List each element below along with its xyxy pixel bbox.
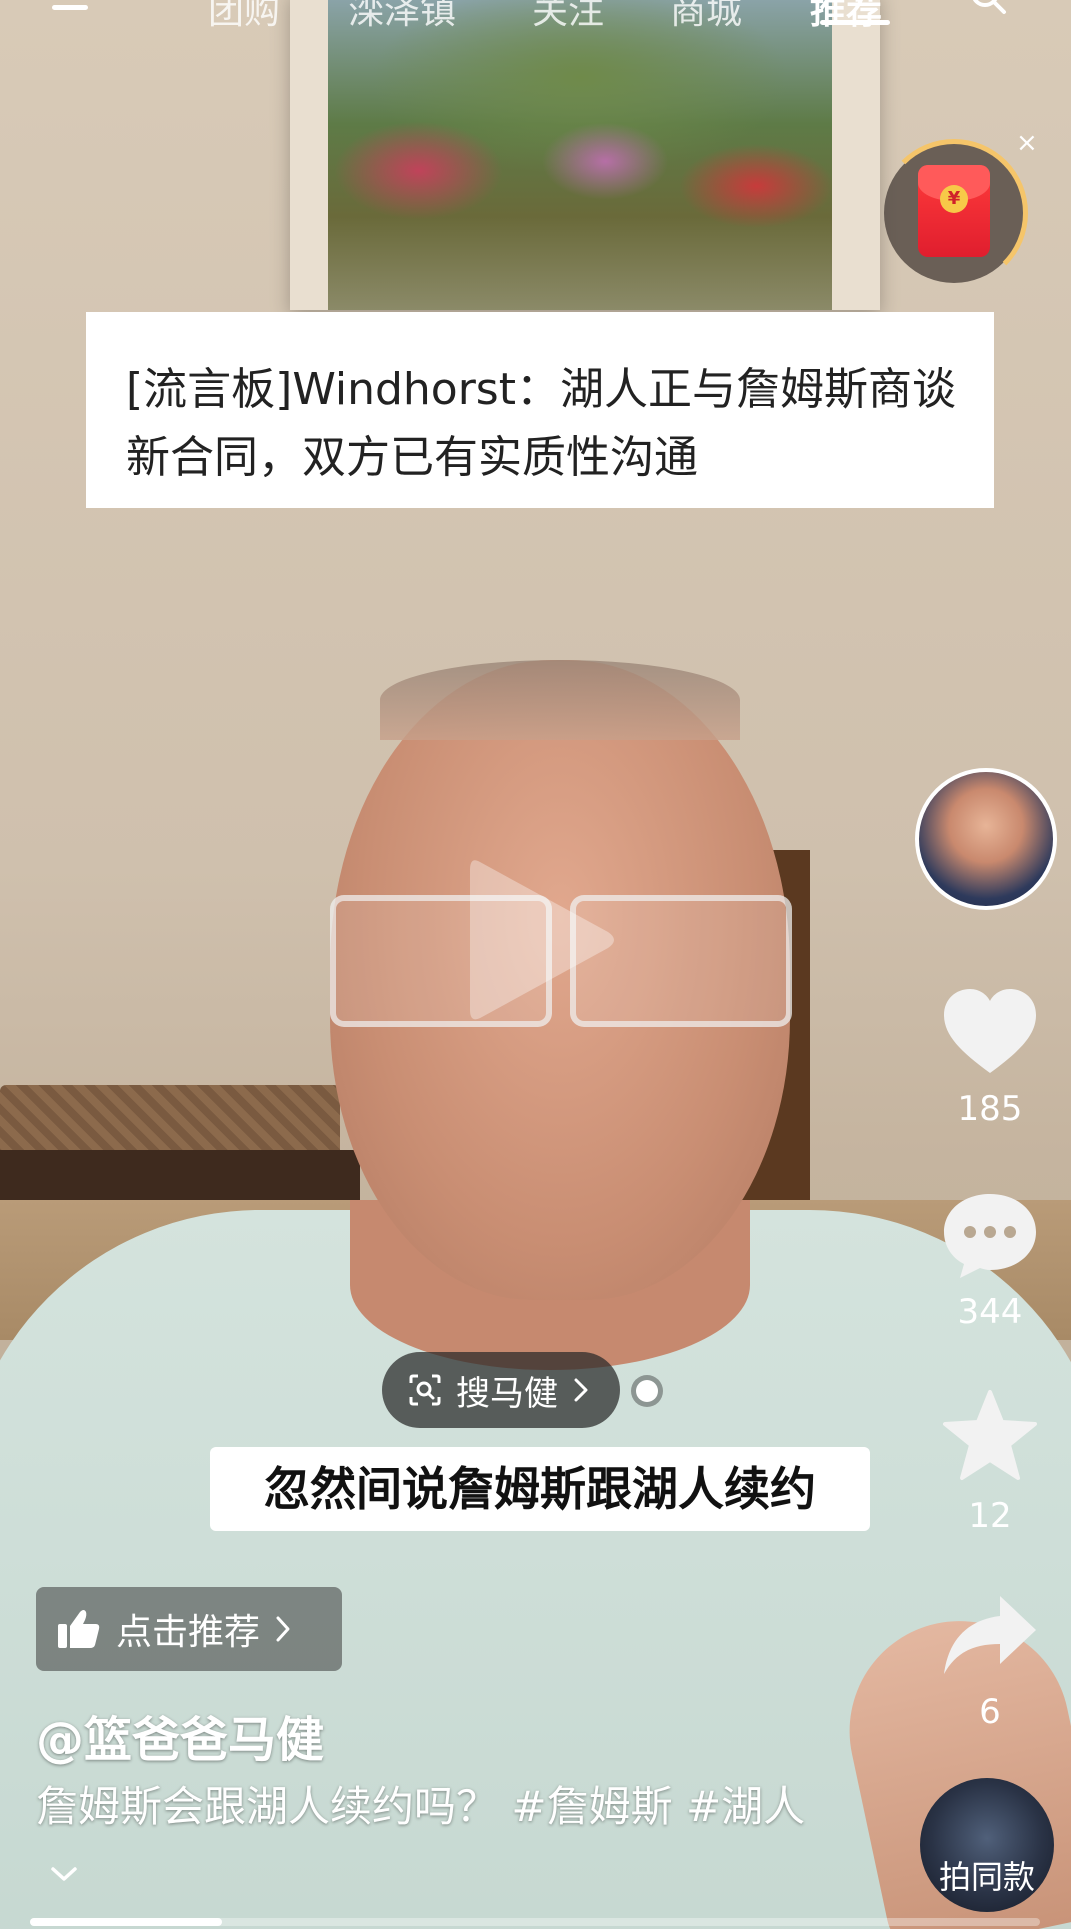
- tab-mall[interactable]: 商城: [670, 0, 742, 34]
- recommend-label: 点击推荐: [116, 1612, 261, 1653]
- video-subtitle: 忽然间说詹姆斯跟湖人续约: [210, 1447, 870, 1531]
- remix-button[interactable]: 拍同款: [920, 1778, 1054, 1912]
- hashtag-james[interactable]: #詹姆斯: [511, 1782, 672, 1831]
- comment-button[interactable]: 344: [930, 1188, 1050, 1332]
- red-envelope-icon: ¥: [918, 165, 990, 257]
- indicator-dot: [636, 1380, 658, 1402]
- share-arrow-icon: [944, 1596, 1036, 1674]
- search-suggestion-pill[interactable]: 搜马健: [382, 1352, 620, 1428]
- close-icon[interactable]: ×: [1016, 128, 1038, 158]
- tab-local[interactable]: 滦泽镇: [348, 0, 456, 34]
- chevron-right-icon: [574, 1378, 588, 1402]
- tab-following[interactable]: 关注: [532, 0, 604, 34]
- thumbs-up-icon: [58, 1610, 100, 1648]
- video-progress-fill: [30, 1918, 222, 1926]
- red-packet-widget[interactable]: ¥: [880, 139, 1028, 287]
- like-count: 185: [957, 1089, 1023, 1129]
- comment-icon: [944, 1194, 1036, 1278]
- wall-painting: [328, 0, 832, 310]
- tab-recommend[interactable]: 推荐: [810, 0, 882, 34]
- comment-count: 344: [957, 1292, 1023, 1332]
- heart-icon: [944, 989, 1036, 1073]
- visual-search-icon: [409, 1374, 441, 1406]
- play-icon[interactable]: [460, 850, 620, 1030]
- hashtag-lakers[interactable]: #湖人: [686, 1782, 805, 1831]
- recommend-button[interactable]: 点击推荐: [36, 1587, 342, 1671]
- share-count: 6: [979, 1692, 1001, 1732]
- remix-label: 拍同款: [938, 1858, 1035, 1896]
- headline-text: [流言板]Windhorst：湖人正与詹姆斯商谈新合同，双方已有实质性沟通: [126, 364, 956, 484]
- description-text: 詹姆斯会跟湖人续约吗？: [36, 1782, 499, 1831]
- like-button[interactable]: 185: [930, 985, 1050, 1129]
- chevron-down-icon[interactable]: [50, 1865, 78, 1883]
- favorite-count: 12: [968, 1496, 1012, 1536]
- active-tab-underline: [820, 20, 890, 25]
- search-icon[interactable]: [968, 0, 1008, 18]
- top-nav: 团购 滦泽镇 关注 商城 推荐: [0, 0, 1071, 42]
- share-button[interactable]: 6: [930, 1590, 1050, 1732]
- chevron-right-icon: [276, 1616, 290, 1642]
- video-progress-bar[interactable]: [30, 1918, 1040, 1926]
- search-pill-label: 搜马健: [456, 1373, 558, 1414]
- tab-tuangou[interactable]: 团购: [208, 0, 280, 34]
- favorite-button[interactable]: 12: [930, 1388, 1050, 1536]
- author-name[interactable]: @篮爸爸马健: [36, 1700, 324, 1770]
- hamburger-menu-icon[interactable]: [52, 0, 88, 18]
- star-icon: [943, 1390, 1037, 1480]
- coin-icon: ¥: [940, 185, 968, 213]
- video-description[interactable]: 詹姆斯会跟湖人续约吗？ #詹姆斯 #湖人: [36, 1775, 816, 1903]
- news-headline-card: [流言板]Windhorst：湖人正与詹姆斯商谈新合同，双方已有实质性沟通: [86, 312, 994, 508]
- speaker-hair: [380, 660, 740, 740]
- author-avatar[interactable]: [915, 768, 1057, 910]
